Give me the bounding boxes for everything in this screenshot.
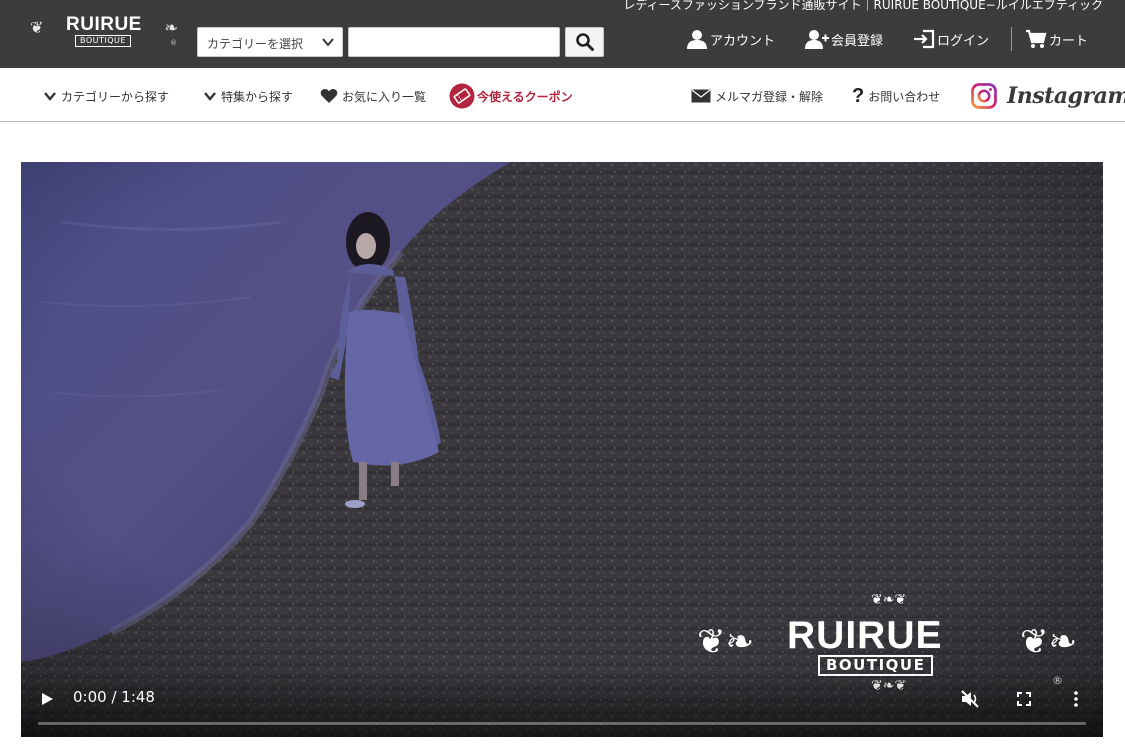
watermark-wordmark: RUIRUE (787, 614, 943, 657)
login-icon (914, 29, 935, 49)
feature-browse-label: 特集から探す (221, 89, 294, 104)
search-icon (575, 33, 594, 51)
contact-link[interactable]: ? お問い合わせ (852, 85, 941, 107)
category-browse-link[interactable]: カテゴリーから探す (43, 87, 169, 105)
heart-icon (320, 89, 338, 103)
login-link-label: ログイン (937, 33, 990, 49)
play-icon[interactable] (38, 690, 56, 708)
chevron-down-icon (44, 92, 56, 101)
muted-volume-icon[interactable] (959, 688, 981, 710)
coupon-label: 今使えるクーポン (477, 89, 573, 104)
account-link[interactable]: アカウント (686, 29, 775, 49)
favorites-label: お気に入り一覧 (342, 89, 427, 104)
video-progress-bar[interactable] (38, 722, 1086, 725)
fullscreen-icon[interactable] (1014, 689, 1034, 709)
video-player[interactable]: ❦❧❦ ❦❧ RUIRUE BOUTIQUE ❦❧ ❦❧❦ ® 0:00 / 1… (21, 162, 1103, 737)
login-link[interactable]: ログイン (913, 29, 989, 49)
category-select-value: カテゴリーを選択 (207, 37, 304, 51)
register-link[interactable]: 会員登録 (805, 29, 883, 49)
search-button[interactable] (565, 27, 604, 57)
logo-subtitle: BOUTIQUE (75, 35, 131, 47)
coupon-link[interactable]: 今使えるクーポン (449, 83, 573, 109)
chevron-down-icon (204, 92, 216, 101)
cart-icon (1026, 29, 1047, 48)
cart-link[interactable]: カート (1025, 29, 1088, 49)
user-icon (687, 30, 707, 49)
instagram-wordmark: Instagram (1007, 83, 1125, 109)
favorites-link[interactable]: お気に入り一覧 (320, 87, 426, 105)
newsletter-link[interactable]: メルマガ登録・解除 (691, 87, 823, 105)
logo-ornament-left-icon: ❦ (30, 18, 44, 37)
logo-registered-mark: ® (170, 39, 177, 47)
video-time-display: 0:00 / 1:48 (73, 688, 155, 706)
user-add-icon (805, 30, 829, 49)
top-header: レディースファッションブランド通販サイト｜RUIRUE BOUTIQUE−ルイル… (0, 0, 1125, 68)
newsletter-label: メルマガ登録・解除 (715, 89, 824, 104)
logo-ornament-right-icon: ❧ (164, 18, 178, 37)
category-select[interactable]: カテゴリーを選択 (197, 27, 343, 57)
header-divider (1011, 27, 1012, 51)
feature-browse-link[interactable]: 特集から探す (203, 87, 293, 105)
secondary-nav: カテゴリーから探す 特集から探す お気に入り一覧 今使えるクーポン メルマガ登録… (0, 68, 1125, 122)
category-browse-label: カテゴリーから探す (61, 89, 170, 104)
register-link-label: 会員登録 (831, 33, 884, 49)
coupon-icon (449, 83, 475, 109)
account-link-label: アカウント (710, 33, 776, 49)
site-logo[interactable]: ❦ RUIRUE BOUTIQUE ❧ ® (30, 10, 178, 50)
logo-wordmark: RUIRUE (66, 14, 142, 35)
video-controls: 0:00 / 1:48 (21, 671, 1103, 737)
mail-icon (691, 89, 711, 103)
question-icon: ? (852, 85, 865, 107)
more-options-icon[interactable] (1068, 688, 1084, 710)
chevron-down-icon (322, 38, 334, 47)
watermark-ornament-top-icon: ❦❧❦ (871, 592, 907, 608)
instagram-link[interactable]: Instagram (971, 81, 1125, 111)
instagram-icon (971, 83, 997, 109)
watermark-ornament-left-icon: ❦❧ (697, 622, 754, 662)
cart-link-label: カート (1049, 33, 1089, 49)
search-input[interactable] (348, 27, 560, 57)
watermark-ornament-right-icon: ❦❧ (1020, 622, 1077, 662)
contact-label: お問い合わせ (868, 89, 941, 104)
site-tagline: レディースファッションブランド通販サイト｜RUIRUE BOUTIQUE−ルイル… (623, 0, 1103, 12)
